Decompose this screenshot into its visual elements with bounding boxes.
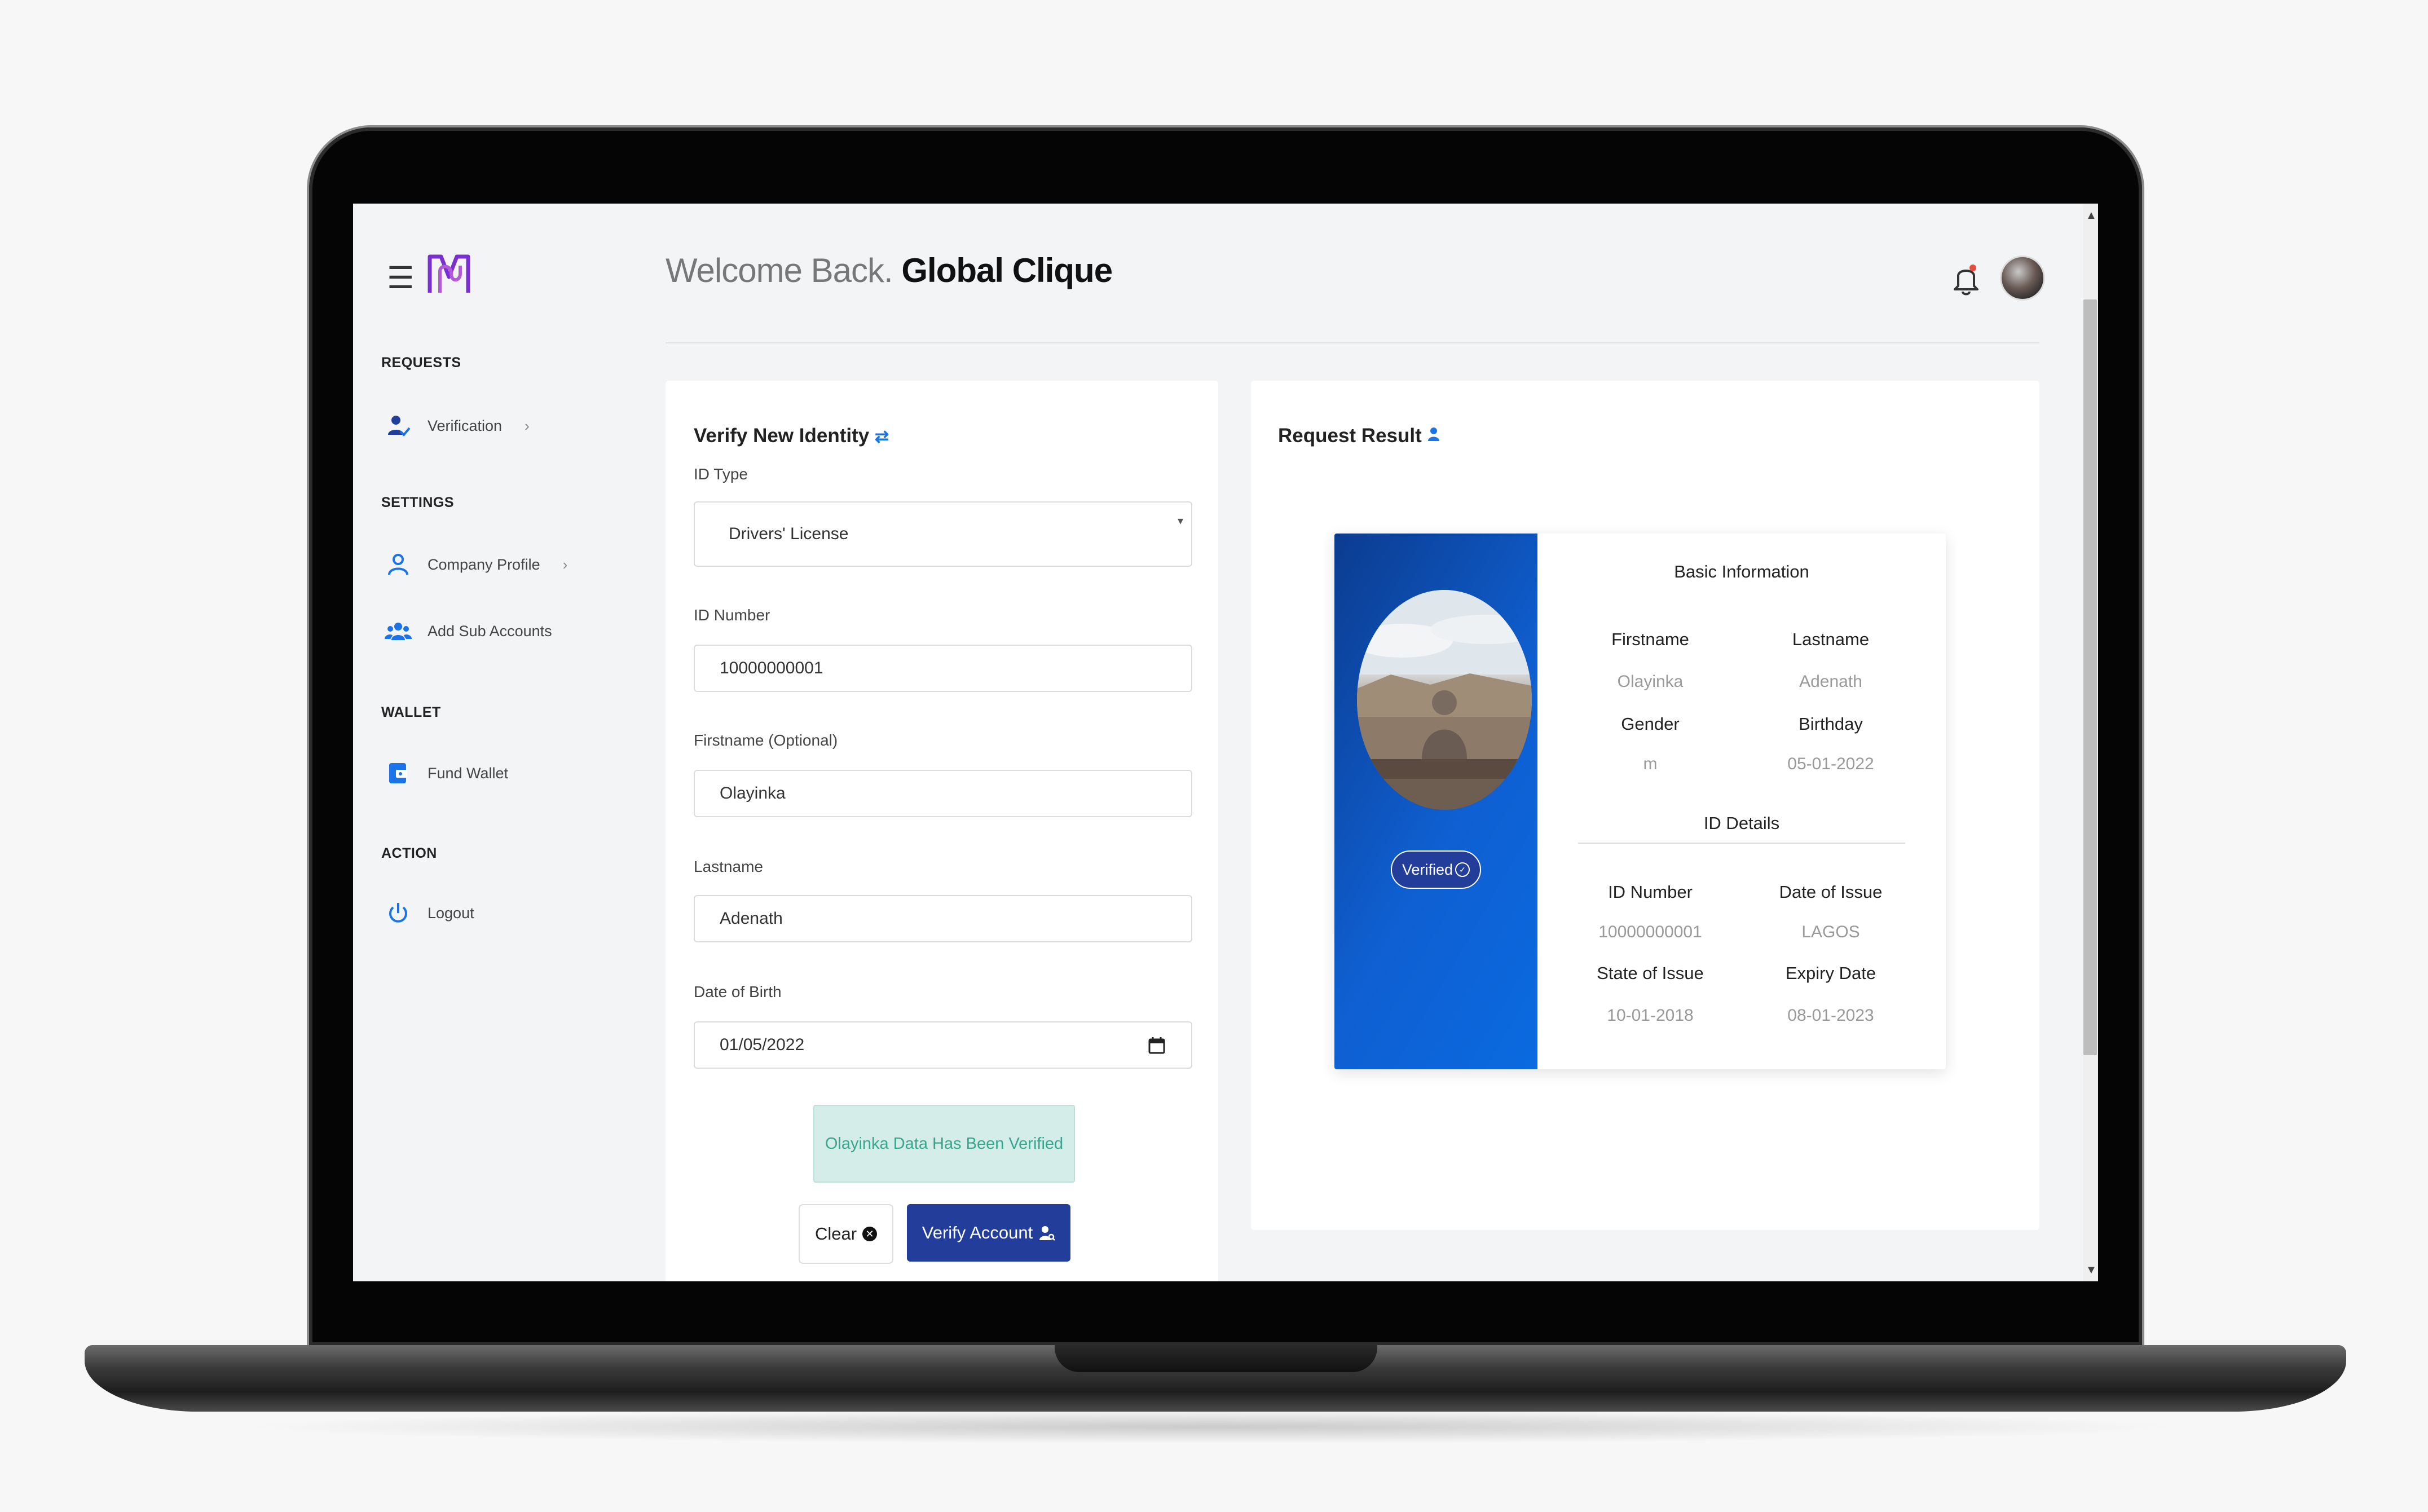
welcome-prefix: Welcome Back. bbox=[666, 252, 893, 289]
sidebar-item-add-sub-accounts[interactable]: Add Sub Accounts bbox=[385, 618, 552, 645]
dob-value: 01/05/2022 bbox=[720, 1035, 805, 1054]
scrollbar-thumb[interactable] bbox=[2083, 299, 2097, 1055]
lastname-label: Lastname bbox=[694, 858, 763, 875]
date-of-issue-key: Date of Issue bbox=[1779, 882, 1883, 902]
sidebar-item-logout[interactable]: Logout bbox=[385, 900, 474, 927]
sidebar-item-label: Add Sub Accounts bbox=[428, 622, 552, 640]
id-details-divider bbox=[1578, 843, 1905, 844]
sidebar-section-wallet: WALLET bbox=[381, 704, 441, 720]
scroll-up-icon[interactable]: ▲ bbox=[2086, 209, 2097, 222]
power-icon bbox=[385, 900, 412, 927]
form-title: Verify New Identity ⇄ bbox=[694, 425, 889, 447]
verified-badge: Verified ✓ bbox=[1391, 850, 1481, 889]
sidebar-item-label: Logout bbox=[428, 904, 474, 922]
user-check-icon bbox=[385, 412, 412, 439]
result-title: Request Result bbox=[1278, 425, 1442, 447]
clear-label: Clear bbox=[814, 1224, 857, 1244]
firstname-label: Firstname (Optional) bbox=[694, 731, 838, 749]
basic-information-heading: Basic Information bbox=[1674, 562, 1809, 581]
close-circle-icon: ✕ bbox=[862, 1227, 878, 1241]
birthday-value: 05-01-2022 bbox=[1787, 755, 1874, 773]
users-icon bbox=[385, 618, 412, 645]
firstname-value: Olayinka bbox=[1617, 672, 1684, 691]
lastname-value: Adenath bbox=[1799, 672, 1862, 691]
id-number-value: 10000000001 bbox=[1598, 923, 1702, 941]
clear-button[interactable]: Clear ✕ bbox=[799, 1204, 893, 1264]
expiry-date-key: Expiry Date bbox=[1785, 963, 1876, 983]
id-number-input[interactable]: 10000000001 bbox=[694, 645, 1192, 692]
id-type-select[interactable]: Drivers' License ▾ bbox=[694, 501, 1192, 567]
verify-identity-card: Verify New Identity ⇄ ID Type Drivers' L… bbox=[666, 381, 1218, 1281]
sidebar-item-verification[interactable]: Verification › bbox=[385, 412, 530, 439]
bell-icon[interactable] bbox=[1950, 260, 1982, 297]
sidebar-item-fund-wallet[interactable]: Fund Wallet bbox=[385, 760, 508, 787]
date-of-issue-value: LAGOS bbox=[1801, 923, 1860, 941]
verified-label: Verified bbox=[1402, 861, 1453, 878]
check-circle-icon: ✓ bbox=[1455, 862, 1470, 877]
sidebar-section-settings: SETTINGS bbox=[381, 495, 455, 510]
calendar-icon[interactable] bbox=[1148, 1036, 1165, 1054]
chevron-right-icon: › bbox=[562, 556, 568, 573]
result-title-text: Request Result bbox=[1278, 425, 1422, 447]
profile-photo bbox=[1357, 590, 1532, 810]
dropdown-arrow-icon: ▾ bbox=[1177, 515, 1183, 527]
birthday-key: Birthday bbox=[1799, 714, 1863, 734]
chevron-right-icon: › bbox=[525, 417, 530, 434]
laptop-notch bbox=[1055, 1345, 1377, 1372]
id-type-label: ID Type bbox=[694, 465, 748, 483]
dob-input[interactable]: 01/05/2022 bbox=[694, 1021, 1192, 1069]
verify-label: Verify Account bbox=[922, 1223, 1033, 1242]
firstname-input[interactable]: Olayinka bbox=[694, 770, 1192, 817]
id-result-card: Verified ✓ Basic Information Firstname L… bbox=[1334, 534, 1946, 1069]
firstname-key: Firstname bbox=[1611, 629, 1689, 649]
scroll-down-icon[interactable]: ▼ bbox=[2086, 1264, 2097, 1277]
state-of-issue-key: State of Issue bbox=[1597, 963, 1704, 983]
sidebar-section-requests: REQUESTS bbox=[381, 355, 461, 371]
success-alert: Olayinka Data Has Been Verified bbox=[813, 1105, 1075, 1183]
expiry-date-value: 08-01-2023 bbox=[1787, 1006, 1874, 1025]
wallet-icon bbox=[385, 760, 412, 787]
sidebar-section-action: ACTION bbox=[381, 845, 437, 861]
state-of-issue-value: 10-01-2018 bbox=[1607, 1006, 1694, 1025]
laptop-shadow bbox=[237, 1410, 2188, 1444]
user-search-icon bbox=[1039, 1226, 1056, 1241]
laptop-screen: ☰ REQUESTS Verification › SETTINGS Compa… bbox=[353, 204, 2098, 1281]
gender-key: Gender bbox=[1621, 714, 1680, 734]
user-icon bbox=[1427, 427, 1439, 441]
user-icon bbox=[385, 551, 412, 578]
logo-icon bbox=[428, 254, 470, 293]
id-details-heading: ID Details bbox=[1703, 813, 1780, 833]
sidebar-item-label: Company Profile bbox=[428, 556, 540, 573]
id-number-label: ID Number bbox=[694, 606, 770, 624]
dob-label: Date of Birth bbox=[694, 983, 782, 1000]
id-number-key: ID Number bbox=[1608, 882, 1693, 902]
id-type-value: Drivers' License bbox=[729, 524, 849, 543]
sidebar-item-label: Fund Wallet bbox=[428, 764, 509, 782]
lastname-key: Lastname bbox=[1792, 629, 1870, 649]
user-sync-icon: ⇄ bbox=[874, 427, 889, 446]
sidebar-item-company-profile[interactable]: Company Profile › bbox=[385, 551, 567, 578]
page-title: Welcome Back. Global Clique bbox=[666, 251, 1113, 290]
user-name: Global Clique bbox=[901, 252, 1113, 289]
form-title-text: Verify New Identity bbox=[694, 425, 870, 447]
menu-icon[interactable]: ☰ bbox=[387, 260, 414, 296]
sidebar-item-label: Verification bbox=[428, 417, 503, 434]
lastname-input[interactable]: Adenath bbox=[694, 895, 1192, 942]
verify-account-button[interactable]: Verify Account bbox=[907, 1204, 1070, 1262]
gender-value: m bbox=[1643, 755, 1658, 773]
header-divider bbox=[666, 342, 2039, 343]
avatar[interactable] bbox=[2000, 255, 2045, 301]
